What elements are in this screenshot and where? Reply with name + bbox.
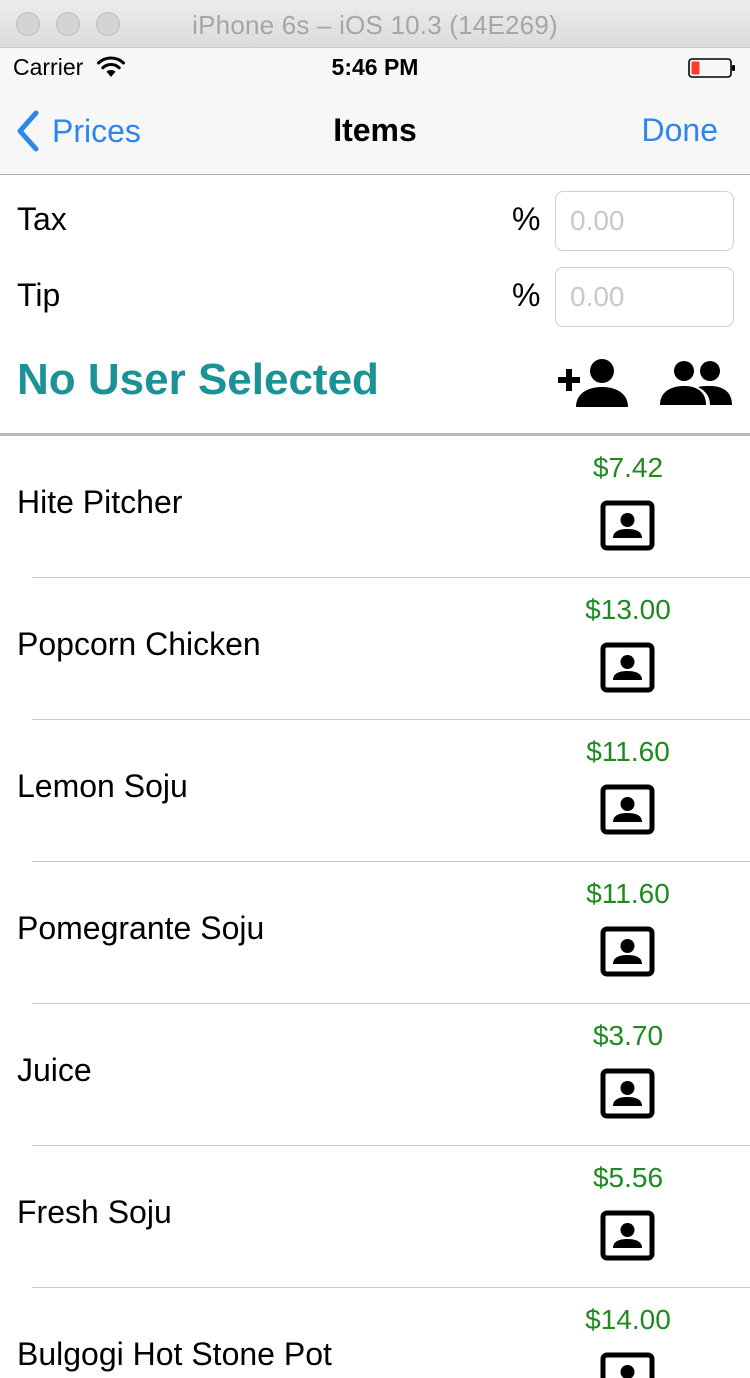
tip-row: Tip % — [0, 267, 750, 329]
contact-portrait-icon[interactable] — [600, 500, 655, 551]
battery-icon — [688, 58, 735, 78]
group-icon[interactable] — [660, 359, 732, 405]
item-price: $14.00 — [585, 1304, 671, 1335]
contact-portrait-icon[interactable] — [600, 642, 655, 693]
contact-portrait-icon[interactable] — [600, 784, 655, 835]
item-price: $11.60 — [586, 736, 670, 767]
user-selection-row: No User Selected — [0, 345, 750, 435]
item-price: $3.70 — [592, 1020, 664, 1051]
status-bar: Carrier 5:46 PM — [0, 48, 750, 88]
item-name: Fresh Soju — [17, 1194, 172, 1230]
list-item[interactable]: Pomegrante Soju $11.60 — [0, 862, 750, 1004]
selected-user-label: No User Selected — [17, 355, 379, 404]
tip-input[interactable] — [555, 267, 734, 327]
window-title: iPhone 6s – iOS 10.3 (14E269) — [192, 10, 558, 40]
item-price: $5.56 — [592, 1162, 664, 1193]
item-name: Lemon Soju — [17, 768, 188, 804]
item-name: Juice — [17, 1052, 92, 1088]
navigation-bar: Prices Items Done — [0, 88, 750, 175]
done-button[interactable]: Done — [642, 112, 719, 149]
contact-portrait-icon[interactable] — [600, 1352, 655, 1378]
tax-label: Tax — [17, 201, 67, 237]
list-item[interactable]: Bulgogi Hot Stone Pot $14.00 — [0, 1288, 750, 1378]
item-name: Pomegrante Soju — [17, 910, 265, 946]
tax-input[interactable] — [555, 191, 734, 251]
page-title: Items — [333, 112, 417, 148]
status-time: 5:46 PM — [331, 54, 419, 80]
tax-row: Tax % — [0, 191, 750, 253]
contact-portrait-icon[interactable] — [600, 926, 655, 977]
item-price: $7.42 — [592, 452, 664, 483]
tip-label: Tip — [17, 277, 61, 313]
item-price: $11.60 — [586, 878, 670, 909]
list-item[interactable]: Popcorn Chicken $13.00 — [0, 578, 750, 720]
contact-portrait-icon[interactable] — [600, 1068, 655, 1119]
items-list: Hite Pitcher $7.42 Popcorn Chicken $13.0… — [0, 436, 750, 1378]
add-person-icon[interactable] — [556, 357, 630, 407]
simulator-title-bar: iPhone 6s – iOS 10.3 (14E269) — [0, 0, 750, 48]
tip-percent-sign: % — [512, 277, 541, 313]
item-price: $13.00 — [585, 594, 671, 625]
list-item[interactable]: Fresh Soju $5.56 — [0, 1146, 750, 1288]
list-item[interactable]: Hite Pitcher $7.42 — [0, 436, 750, 578]
tax-percent-sign: % — [512, 201, 541, 237]
contact-portrait-icon[interactable] — [600, 1210, 655, 1261]
item-name: Bulgogi Hot Stone Pot — [17, 1336, 332, 1372]
item-name: Hite Pitcher — [17, 484, 183, 520]
list-item[interactable]: Juice $3.70 — [0, 1004, 750, 1146]
item-name: Popcorn Chicken — [17, 626, 261, 662]
list-item[interactable]: Lemon Soju $11.60 — [0, 720, 750, 862]
